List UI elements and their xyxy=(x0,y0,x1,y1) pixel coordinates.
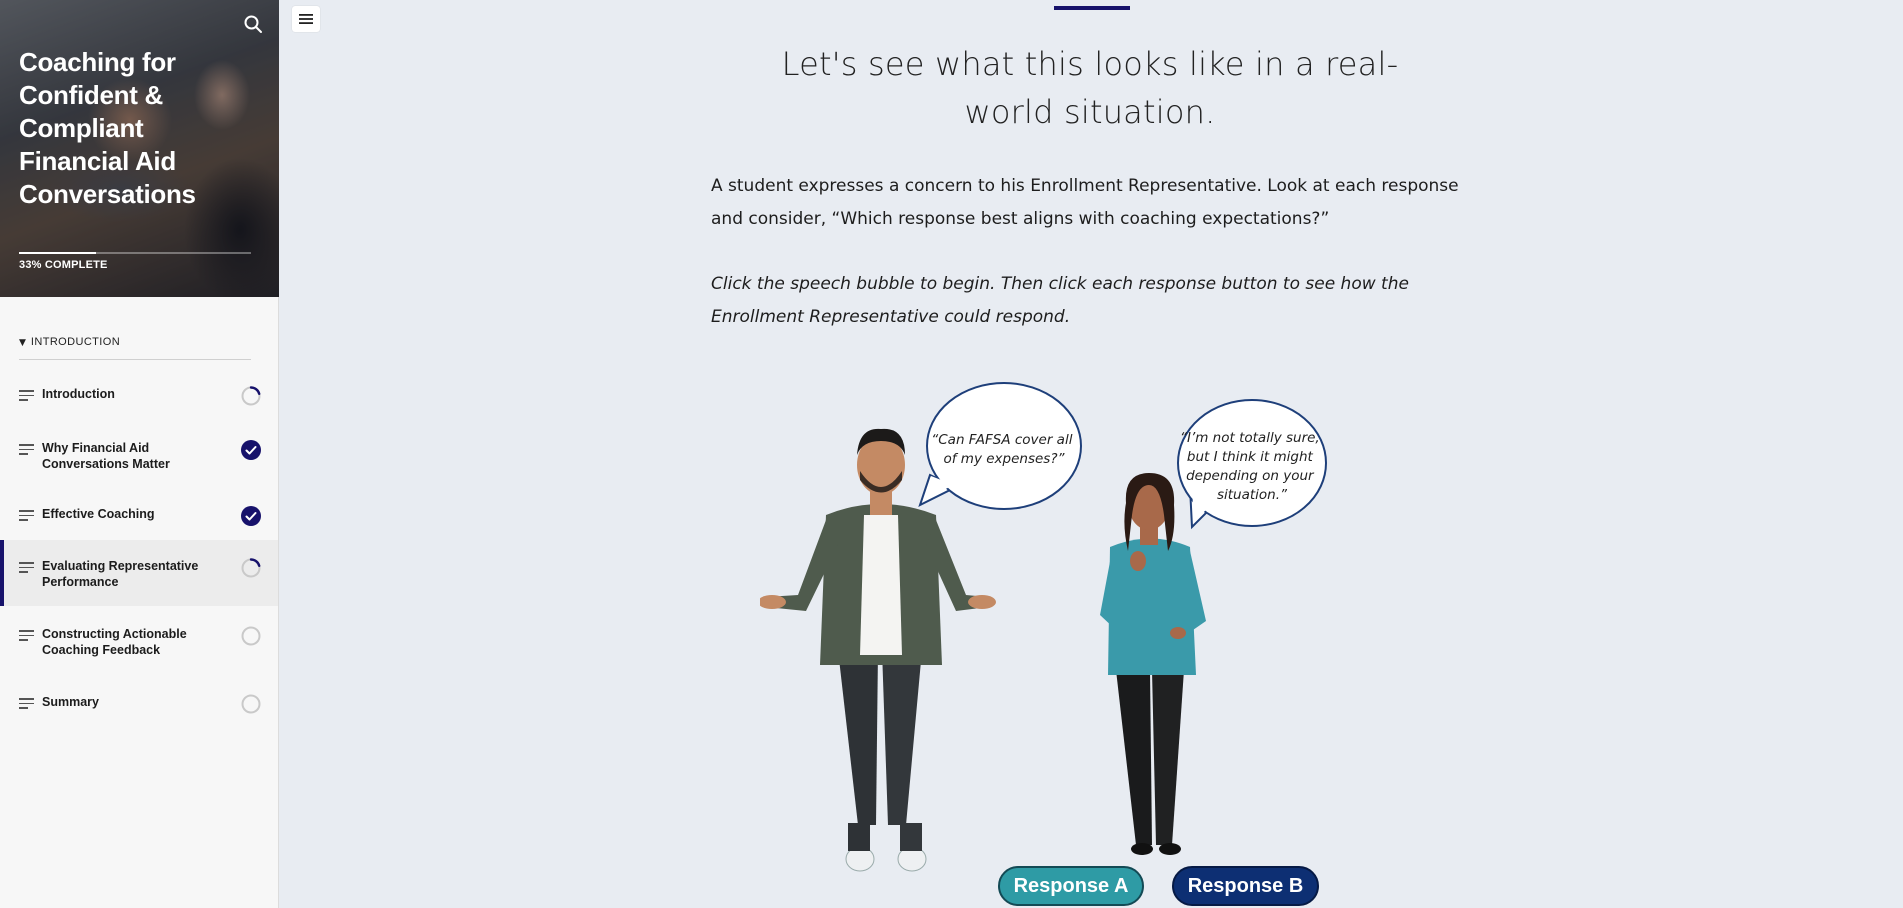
course-hero: Coaching for Confident & Compliant Finan… xyxy=(0,0,279,297)
lesson-label: Effective Coaching xyxy=(42,507,155,521)
sidebar: Coaching for Confident & Compliant Finan… xyxy=(0,0,279,908)
lesson-label: Summary xyxy=(42,695,99,709)
search-button[interactable] xyxy=(243,14,263,34)
rep-bubble-line: “I’m not totally sure, xyxy=(1180,430,1320,446)
student-bubble-line: of my expenses?” xyxy=(944,451,1066,467)
scenario-scene: “Can FAFSA cover all of my expenses?” “I… xyxy=(758,375,1360,908)
student-bubble-line: “Can FAFSA cover all xyxy=(931,432,1072,448)
lines-icon xyxy=(19,630,34,642)
course-progress-bar xyxy=(19,252,251,254)
lesson-progress-accent xyxy=(1054,6,1130,10)
page-heading: Let's see what this looks like in a real… xyxy=(781,45,1399,131)
empty-ring-icon xyxy=(241,626,261,646)
hamburger-icon xyxy=(299,14,313,24)
check-circle-icon xyxy=(241,506,261,526)
menu-button[interactable] xyxy=(292,6,320,32)
response-a-button[interactable]: Response A xyxy=(998,866,1144,906)
rep-bubble-line: but I think it might xyxy=(1187,449,1314,465)
check-circle-icon xyxy=(241,440,261,460)
representative-speech-bubble: “I’m not totally sure, but I think it mi… xyxy=(1177,399,1327,530)
lesson-item[interactable]: Effective Coaching xyxy=(0,488,278,536)
course-progress-fill xyxy=(19,252,96,254)
student-speech-bubble[interactable]: “Can FAFSA cover all of my expenses?” xyxy=(918,382,1082,510)
lines-icon xyxy=(19,510,34,522)
lesson-item[interactable]: Constructing Actionable Coaching Feedbac… xyxy=(0,608,278,664)
lines-icon xyxy=(19,698,34,710)
search-icon xyxy=(244,15,262,33)
course-title: Coaching for Confident & Compliant Finan… xyxy=(19,47,196,209)
rep-bubble-line: situation.” xyxy=(1217,487,1288,503)
instructions-paragraph: Click the speech bubble to begin. Then c… xyxy=(711,274,1409,327)
section-toggle-introduction[interactable]: ▼ INTRODUCTION xyxy=(19,336,251,360)
empty-ring-icon xyxy=(241,694,261,714)
course-progress-label: 33% COMPLETE xyxy=(19,259,108,271)
caret-down-icon: ▼ xyxy=(19,338,26,348)
lesson-label: Evaluating Representative Performance xyxy=(42,559,199,589)
partial-ring-icon xyxy=(241,558,261,578)
lines-icon xyxy=(19,562,34,574)
lesson-item[interactable]: Why Financial Aid Conversations Matter xyxy=(0,422,278,478)
partial-ring-icon xyxy=(241,386,261,406)
lesson-label: Constructing Actionable Coaching Feedbac… xyxy=(42,627,187,657)
lesson-label: Why Financial Aid Conversations Matter xyxy=(42,441,170,471)
lines-icon xyxy=(19,444,34,456)
lesson-label: Introduction xyxy=(42,387,115,401)
lesson-item[interactable]: Summary xyxy=(0,676,278,716)
lesson-item[interactable]: Introduction xyxy=(0,368,278,410)
lines-icon xyxy=(19,390,34,402)
rep-bubble-line: depending on your xyxy=(1186,468,1315,484)
section-label: INTRODUCTION xyxy=(30,336,121,348)
lesson-item[interactable]: Evaluating Representative Performance xyxy=(0,540,278,606)
response-b-button[interactable]: Response B xyxy=(1172,866,1319,906)
intro-paragraph: A student expresses a concern to his Enr… xyxy=(711,176,1459,229)
representative-character xyxy=(1100,473,1206,855)
